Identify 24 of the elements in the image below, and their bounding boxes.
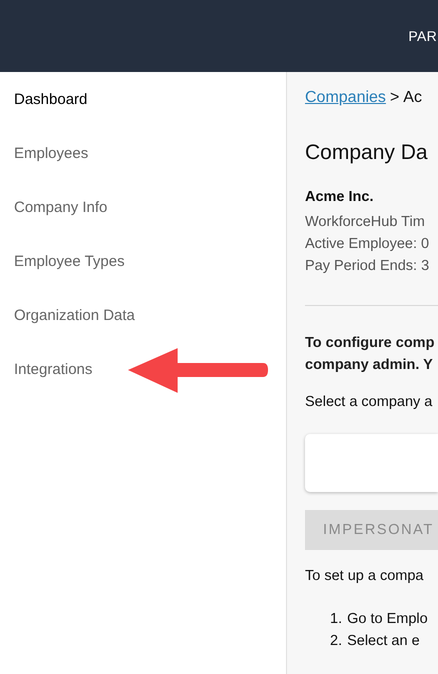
company-select[interactable]	[305, 434, 438, 492]
select-label: Select a company a	[305, 394, 434, 412]
setup-text: To set up a compa	[305, 568, 424, 586]
breadcrumb-link[interactable]: Companies	[305, 89, 386, 111]
sidebar-item[interactable]: Employees	[0, 142, 102, 196]
sidebar-item[interactable]: Integrations	[0, 358, 106, 412]
company-detail: WorkforceHub Tim	[305, 213, 426, 232]
sidebar-item[interactable]: Dashboard	[0, 88, 102, 142]
breadcrumb-separator: >	[390, 89, 400, 108]
nav-link[interactable]: PAR	[408, 28, 437, 44]
instruction-text: company admin. Y	[305, 356, 434, 375]
page-title: Company Da	[305, 141, 429, 166]
breadcrumb-current: Ac	[403, 89, 422, 108]
sidebar-item[interactable]: Employee Types	[0, 250, 139, 304]
company-name: Acme Inc.	[305, 189, 374, 207]
step-text: Go to Emplo	[347, 610, 428, 629]
sidebar-item[interactable]: Organization Data	[0, 304, 149, 358]
step-number: 1.	[330, 610, 342, 629]
step-number: 2.	[330, 632, 342, 651]
company-detail: Pay Period Ends: 3	[305, 257, 430, 276]
step-text: Select an e	[347, 632, 420, 651]
company-detail: Active Employee: 0	[305, 235, 430, 254]
sidebar-item[interactable]: Company Info	[0, 196, 122, 250]
instruction-text: To configure comp	[305, 334, 436, 353]
